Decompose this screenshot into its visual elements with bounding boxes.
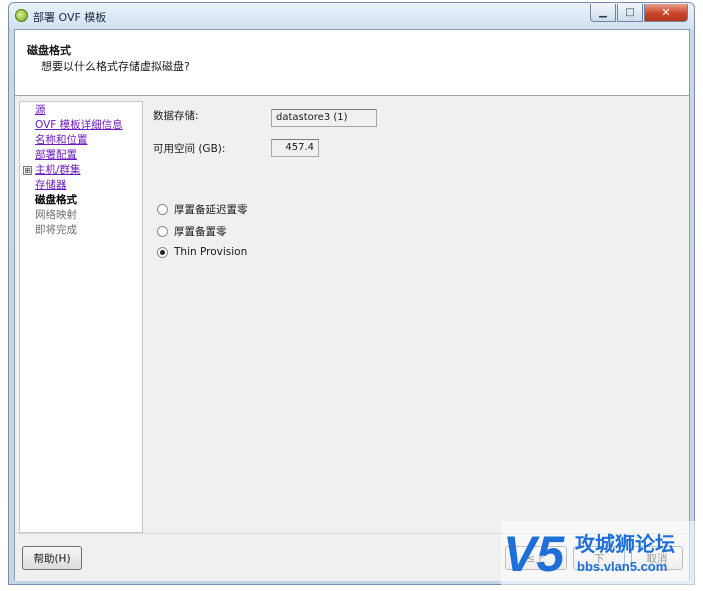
step-network-mapping: 网络映射 — [35, 209, 77, 221]
radio-thick-lazy-zeroed[interactable]: 厚置备延迟置零 — [157, 202, 248, 217]
wizard-body: 源 OVF 模板详细信息 名称和位置 部署配置 ⊞ 主机/群集 存储器 磁盘格式… — [15, 97, 689, 533]
minimize-icon: ▁ — [599, 7, 607, 18]
step-title: 磁盘格式 — [27, 44, 71, 57]
expand-icon[interactable]: ⊞ — [23, 166, 32, 175]
step-ready-complete: 即将完成 — [35, 224, 77, 236]
datastore-label: 数据存储: — [153, 110, 199, 122]
radio-label: 厚置备置零 — [174, 226, 227, 238]
datastore-field: datastore3 (1) — [271, 109, 377, 127]
close-button[interactable]: ✕ — [644, 4, 688, 22]
maximize-icon: □ — [625, 7, 635, 18]
step-name-location[interactable]: 名称和位置 — [35, 134, 88, 147]
close-icon: ✕ — [661, 6, 671, 19]
title-bar[interactable]: 部署 OVF 模板 ▁ □ ✕ — [9, 3, 694, 29]
watermark-cn-text: 攻城狮论坛 — [575, 532, 675, 556]
help-button[interactable]: 帮助(H) — [22, 546, 82, 570]
step-storage[interactable]: 存储器 — [35, 179, 67, 192]
step-source[interactable]: 源 — [35, 104, 46, 117]
wizard-step-list: 源 OVF 模板详细信息 名称和位置 部署配置 ⊞ 主机/群集 存储器 磁盘格式… — [19, 101, 143, 533]
radio-button[interactable] — [157, 204, 168, 215]
minimize-button[interactable]: ▁ — [590, 4, 616, 22]
step-ovf-details[interactable]: OVF 模板详细信息 — [35, 119, 123, 132]
step-header: 磁盘格式 想要以什么格式存储虚拟磁盘? — [15, 30, 689, 96]
watermark-brand: V5 — [503, 526, 565, 582]
radio-thin-provision[interactable]: Thin Provision — [157, 246, 247, 258]
free-space-label: 可用空间 (GB): — [153, 143, 226, 155]
deploy-ovf-window: 部署 OVF 模板 ▁ □ ✕ 磁盘格式 想要以什么格式存储虚拟磁盘? 源 OV… — [8, 2, 695, 585]
window-controls: ▁ □ ✕ — [590, 4, 688, 22]
free-space-field: 457.4 — [271, 139, 319, 157]
forum-watermark: V5 攻城狮论坛 bbs.vlan5.com — [501, 521, 697, 585]
step-subtitle: 想要以什么格式存储虚拟磁盘? — [41, 60, 190, 73]
radio-button[interactable] — [157, 226, 168, 237]
maximize-button[interactable]: □ — [617, 4, 643, 22]
radio-label: 厚置备延迟置零 — [174, 204, 248, 216]
window-title: 部署 OVF 模板 — [33, 11, 107, 24]
step-deploy-config[interactable]: 部署配置 — [35, 149, 77, 162]
app-icon — [15, 9, 28, 22]
dialog-client: 磁盘格式 想要以什么格式存储虚拟磁盘? 源 OVF 模板详细信息 名称和位置 部… — [14, 29, 690, 581]
radio-label: Thin Provision — [174, 246, 248, 258]
step-host-cluster[interactable]: 主机/群集 — [35, 164, 81, 177]
step-disk-format: 磁盘格式 — [35, 194, 77, 206]
radio-thick-eager-zeroed[interactable]: 厚置备置零 — [157, 224, 227, 239]
disk-format-panel: 数据存储: datastore3 (1) 可用空间 (GB): 457.4 厚置… — [147, 101, 687, 533]
watermark-url: bbs.vlan5.com — [577, 559, 667, 574]
radio-button[interactable] — [157, 246, 168, 258]
